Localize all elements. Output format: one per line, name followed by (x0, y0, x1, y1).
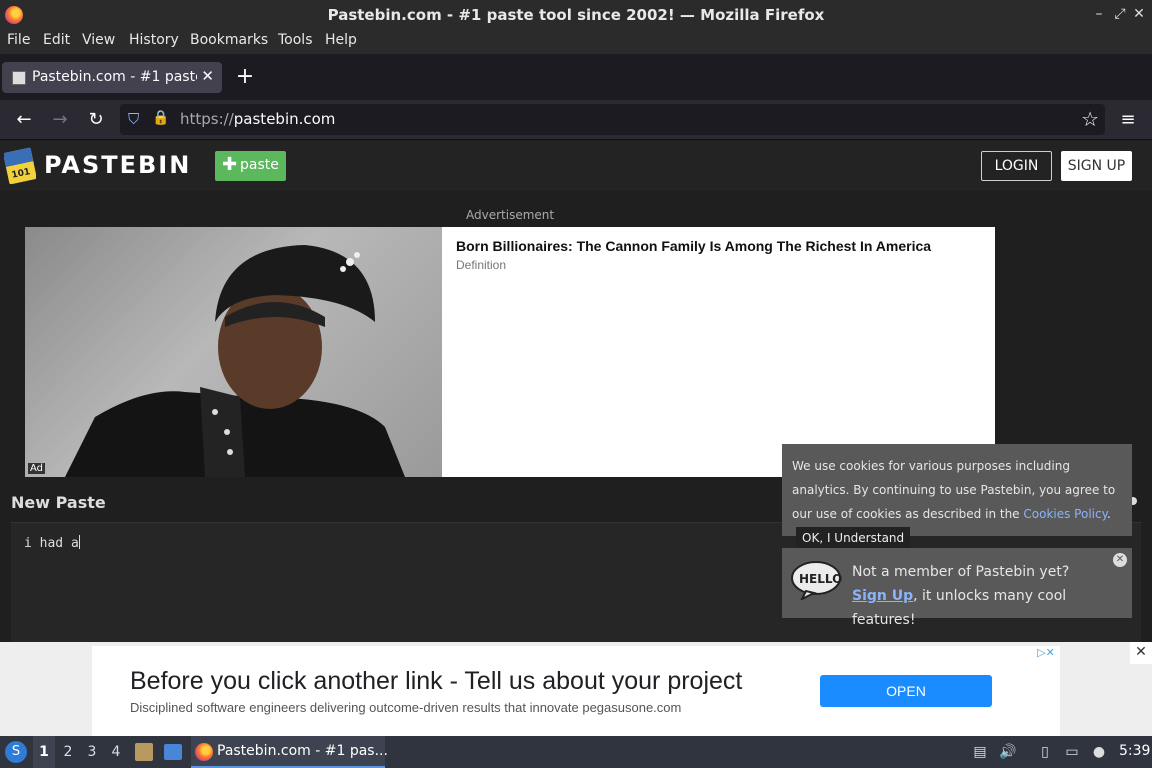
advertisement-label: Advertisement (466, 208, 555, 222)
network-icon[interactable]: ▭ (1063, 743, 1081, 761)
menu-file[interactable]: File (7, 32, 30, 48)
url-protocol: https:// (180, 110, 234, 128)
cookie-notice-period: . (1107, 507, 1111, 521)
ad-portrait-image (65, 245, 405, 477)
close-ad-icon[interactable]: ✕ (1130, 642, 1152, 664)
tab-pastebin[interactable]: Pastebin.com - #1 paste ✕ (2, 62, 222, 93)
maximize-button[interactable]: ⤢ (1111, 5, 1129, 23)
tracking-protection-icon[interactable]: ⛉ (128, 110, 144, 128)
signup-button[interactable]: SIGN UP (1061, 151, 1132, 181)
menu-bar: File Edit View History Bookmarks Tools H… (0, 30, 1152, 54)
cookies-policy-link[interactable]: Cookies Policy (1023, 507, 1107, 521)
plus-icon: ✚ (222, 154, 238, 175)
tab-label: Pastebin.com - #1 paste (32, 69, 197, 85)
reload-button[interactable]: ↻ (84, 108, 108, 132)
ad-title[interactable]: Born Billionaires: The Cannon Family Is … (456, 238, 931, 254)
bottom-ad[interactable]: ▷✕ Before you click another link - Tell … (92, 646, 1060, 736)
menu-history[interactable]: History (129, 32, 179, 48)
ad-tag: Ad (28, 463, 46, 474)
pastebin-header: 101 PASTEBIN ✚ paste LOGIN SIGN UP (0, 141, 1152, 191)
clipboard-icon[interactable]: ▤ (971, 743, 989, 761)
show-desktop-icon[interactable] (164, 744, 182, 760)
pastebin-favicon (12, 71, 26, 85)
window-title: Pastebin.com - #1 paste tool since 2002!… (327, 6, 825, 24)
tab-bar: Pastebin.com - #1 paste ✕ + (0, 54, 1152, 100)
ad-photo[interactable]: Ad (25, 227, 442, 477)
pastebin-logo-text[interactable]: PASTEBIN (44, 151, 191, 179)
navigation-bar: ← → ↻ ⛉ 🔒 https://pastebin.com ☆ ≡ (0, 100, 1152, 140)
menu-view[interactable]: View (82, 32, 115, 48)
menu-help[interactable]: Help (325, 32, 357, 48)
signup-promo-text: Not a member of Pastebin yet? Sign Up, i… (852, 560, 1122, 632)
cookie-accept-button[interactable]: OK, I Understand (796, 527, 911, 549)
signup-promo-link[interactable]: Sign Up (852, 588, 913, 604)
menu-tools[interactable]: Tools (278, 32, 313, 48)
bookmark-star-icon[interactable]: ☆ (1081, 107, 1099, 131)
paste-content-text: i had a (24, 536, 79, 551)
volume-icon[interactable]: 🔊 (999, 743, 1017, 761)
bottom-ad-title[interactable]: Before you click another link - Tell us … (130, 667, 742, 696)
url-bar[interactable]: ⛉ 🔒 https://pastebin.com ☆ (120, 104, 1105, 135)
notes-icon[interactable]: ▯ (1036, 743, 1054, 761)
adchoices-icon[interactable]: ▷✕ (1032, 646, 1060, 660)
file-manager-icon[interactable] (135, 743, 153, 761)
workspace-2[interactable]: 2 (57, 736, 79, 768)
taskbar-firefox-window[interactable]: Pastebin.com - #1 pas... (191, 736, 388, 768)
login-button[interactable]: LOGIN (981, 151, 1052, 181)
pastebin-logo-icon[interactable]: 101 (4, 146, 36, 184)
back-button[interactable]: ← (12, 108, 36, 132)
forward-button[interactable]: → (48, 108, 72, 132)
svg-text:HELLO: HELLO (799, 572, 842, 586)
taskbar-window-label: Pastebin.com - #1 pas... (217, 743, 388, 759)
menu-edit[interactable]: Edit (43, 32, 70, 48)
signup-promo-popup: HELLO Not a member of Pastebin yet? Sign… (782, 548, 1132, 628)
new-paste-heading: New Paste (11, 493, 106, 512)
menu-bookmarks[interactable]: Bookmarks (190, 32, 268, 48)
taskbar: S 1 2 3 4 Pastebin.com - #1 pas... ▤ 🔊 ▯… (0, 736, 1152, 768)
url-host: pastebin.com (233, 110, 336, 128)
cookie-notice: We use cookies for various purposes incl… (782, 444, 1132, 536)
workspace-3[interactable]: 3 (81, 736, 103, 768)
hello-bubble-icon: HELLO (791, 561, 842, 600)
clock[interactable]: 5:39 (1119, 743, 1150, 759)
firefox-icon (195, 743, 213, 761)
window-titlebar: Pastebin.com - #1 paste tool since 2002!… (0, 0, 1152, 30)
paste-button-label: paste (240, 157, 279, 173)
signup-promo-line1: Not a member of Pastebin yet? (852, 564, 1070, 580)
new-tab-button[interactable]: + (234, 64, 256, 90)
workspace-1[interactable]: 1 (33, 736, 55, 768)
close-popup-icon[interactable]: ✕ (1113, 553, 1127, 567)
notification-icon[interactable]: ● (1090, 743, 1108, 761)
workspace-4[interactable]: 4 (105, 736, 127, 768)
url-text[interactable]: https://pastebin.com (180, 110, 335, 128)
ad-source[interactable]: Definition (456, 258, 506, 272)
advertisement-banner[interactable]: Ad Born Billionaires: The Cannon Family … (25, 227, 995, 477)
tab-close-icon[interactable]: ✕ (201, 67, 214, 85)
lock-icon[interactable]: 🔒 (152, 110, 169, 128)
new-paste-button[interactable]: ✚ paste (215, 151, 286, 181)
app-menu-button[interactable]: ≡ (1116, 108, 1140, 132)
close-window-button[interactable]: ✕ (1130, 5, 1148, 23)
start-menu-icon[interactable]: S (5, 741, 27, 763)
web-page: 101 PASTEBIN ✚ paste LOGIN SIGN UP Adver… (0, 141, 1152, 642)
text-caret (78, 535, 80, 549)
paste-content: i had a (24, 535, 80, 551)
bottom-ad-open-button[interactable]: OPEN (820, 675, 992, 707)
bottom-ad-bar: ▷✕ Before you click another link - Tell … (0, 642, 1152, 736)
minimize-button[interactable]: – (1090, 5, 1108, 23)
bottom-ad-subtitle[interactable]: Disciplined software engineers deliverin… (130, 700, 681, 715)
